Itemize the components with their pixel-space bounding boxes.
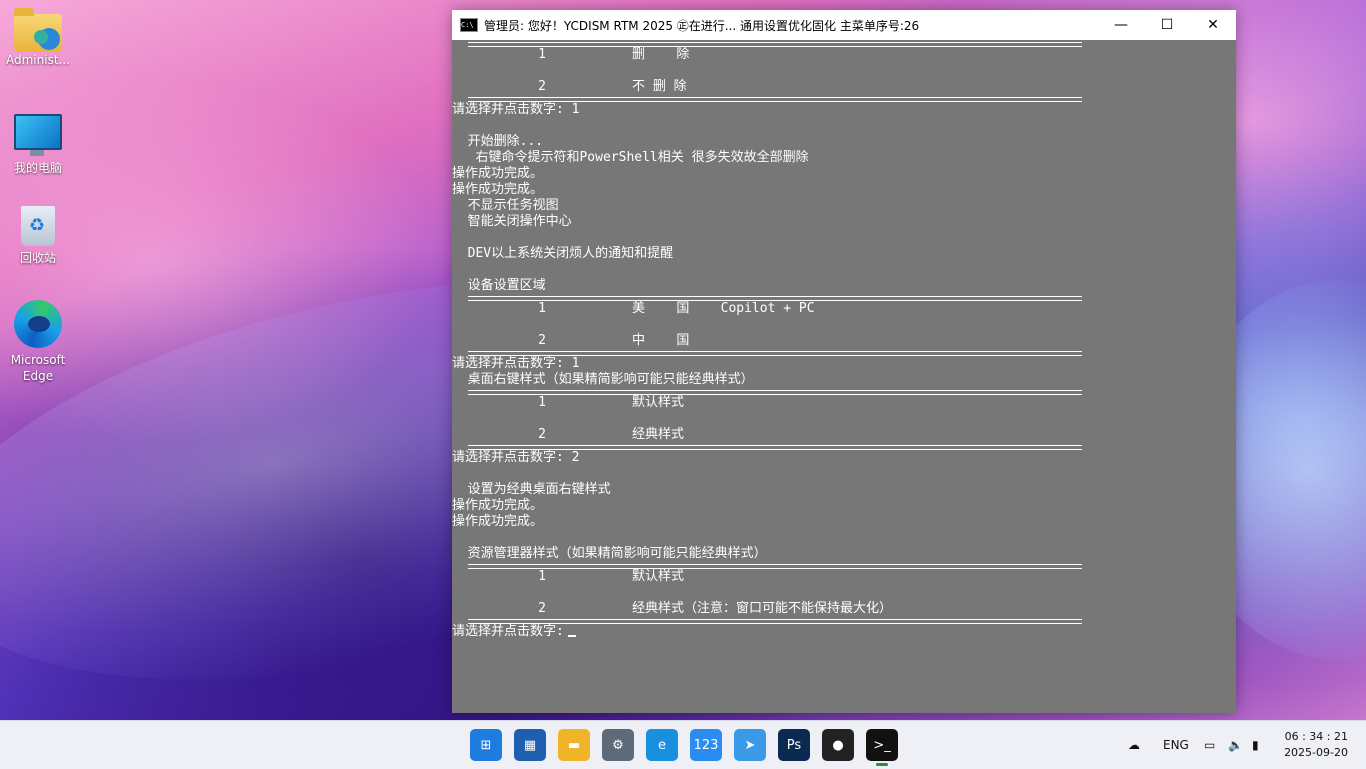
text-cursor [567, 635, 576, 637]
console-line: 操作成功完成。 [452, 514, 544, 529]
pan-123-icon: 123 [693, 737, 719, 753]
console-line: 请选择并点击数字: 1 [452, 356, 580, 371]
clock-time: 06 : 34 : 21 [1284, 730, 1348, 743]
taskbar-button-settings[interactable]: ⚙ [602, 729, 634, 761]
volume-icon[interactable]: 🔈 [1228, 721, 1243, 769]
console-line: 设备设置区域 [452, 278, 546, 293]
taskbar-button-qq[interactable]: ● [822, 729, 854, 761]
console-line: DEV以上系统关闭烦人的通知和提醒 [452, 246, 674, 261]
user-folder-icon [14, 8, 62, 52]
desktop-icon-recycle-bin[interactable]: ♻ 回收站 [2, 206, 74, 266]
console-line: 请选择并点击数字: 1 [452, 102, 580, 117]
console-line: 操作成功完成。 [452, 498, 544, 513]
windows-start-icon: ⊞ [480, 737, 492, 753]
title-bar[interactable]: C:\ 管理员: 您好！YCDISM RTM 2025 ㊣在进行... 通用设置… [452, 10, 1236, 40]
close-button[interactable]: ✕ [1190, 10, 1236, 40]
qq-penguin-icon: ● [832, 737, 844, 753]
taskbar-button-store[interactable]: ▦ [514, 729, 546, 761]
console-line: 请选择并点击数字: 2 [452, 450, 580, 465]
gear-icon: ⚙ [612, 737, 624, 753]
clock[interactable]: 06 : 34 : 21 2025-09-20 [1284, 729, 1348, 761]
monitor-icon [14, 114, 62, 156]
terminal-icon: >_ [873, 737, 891, 753]
network-icon[interactable]: ▭ [1204, 721, 1215, 769]
desktop-icon-label: 回收站 [19, 251, 56, 265]
taskbar-button-start[interactable]: ⊞ [470, 729, 502, 761]
input-prompt: 请选择并点击数字: [452, 624, 1236, 640]
desktop-icon-my-computer[interactable]: 我的电脑 [2, 108, 74, 176]
console-window[interactable]: C:\ 管理员: 您好！YCDISM RTM 2025 ㊣在进行... 通用设置… [452, 10, 1236, 713]
console-line: 操作成功完成。 [452, 182, 544, 197]
console-line: 1 美 国 Copilot + PC [452, 301, 815, 316]
console-line: 2 不 删 除 [452, 79, 687, 94]
cmd-icon: C:\ [460, 18, 478, 32]
console-line: 2 经典样式（注意：窗口可能不能保持最大化） [452, 601, 893, 616]
window-title: 管理员: 您好！YCDISM RTM 2025 ㊣在进行... 通用设置优化固化… [484, 18, 920, 33]
console-line: 智能关闭操作中心 [452, 214, 572, 229]
taskbar-button-123pan[interactable]: 123 [690, 729, 722, 761]
edge-icon [14, 300, 62, 348]
clock-date: 2025-09-20 [1284, 746, 1348, 759]
desktop-icon-label: Microsoft Edge [10, 353, 66, 383]
console-line: 开始删除... [452, 134, 544, 149]
desktop-icon-label: 我的电脑 [13, 161, 62, 175]
maximize-button[interactable]: ☐ [1144, 10, 1190, 40]
folder-icon: ▬ [567, 737, 581, 753]
paper-plane-icon: ➤ [744, 737, 756, 753]
taskbar-button-edge[interactable]: e [646, 729, 678, 761]
desktop-icon-administrator[interactable]: Administ... [2, 8, 74, 68]
desktop-icon-edge[interactable]: Microsoft Edge [2, 300, 74, 384]
console-line: 操作成功完成。 [452, 166, 544, 181]
console-line: 2 经典样式 [452, 427, 685, 442]
taskbar-button-terminal[interactable]: >_ [866, 729, 898, 766]
minimize-button[interactable]: — [1098, 10, 1144, 40]
console-line: 设置为经典桌面右键样式 [452, 482, 611, 497]
cloud-icon[interactable]: ☁ [1128, 721, 1140, 769]
photoshop-icon: Ps [786, 737, 802, 753]
console-line: 2 中 国 [452, 333, 690, 348]
recycle-bin-icon: ♻ [21, 206, 55, 246]
desktop-icon-label: Administ... [6, 53, 70, 67]
console-line: 1 删 除 [452, 47, 690, 62]
language-indicator[interactable]: ENG [1163, 721, 1189, 769]
console-line: 1 默认样式 [452, 569, 685, 584]
battery-icon[interactable]: ▮ [1252, 721, 1259, 769]
console-line: 1 默认样式 [452, 395, 685, 410]
taskbar: ⊞ ▦ ▬ ⚙ e 123 ➤ Ps ● >_ ☁ ENG ▭ 🔈 ▮ 06 : 34 : 21 … [0, 720, 1366, 769]
console-line: 资源管理器样式（如果精简影响可能只能经典样式） [452, 546, 767, 561]
console-output[interactable]: 1 删 除 2 不 删 除请选择并点击数字: 1 开始删除... 右键命令提示符… [452, 40, 1236, 713]
edge-icon: e [658, 737, 666, 753]
console-line: 右键命令提示符和PowerShell相关 很多失效故全部删除 [452, 150, 809, 165]
store-icon: ▦ [523, 737, 537, 753]
console-line: 桌面右键样式（如果精简影响可能只能经典样式） [452, 372, 754, 387]
console-line: 不显示任务视图 [452, 198, 559, 213]
taskbar-button-file-explorer[interactable]: ▬ [558, 729, 590, 761]
taskbar-button-photoshop[interactable]: Ps [778, 729, 810, 761]
taskbar-button-feishu[interactable]: ➤ [734, 729, 766, 761]
